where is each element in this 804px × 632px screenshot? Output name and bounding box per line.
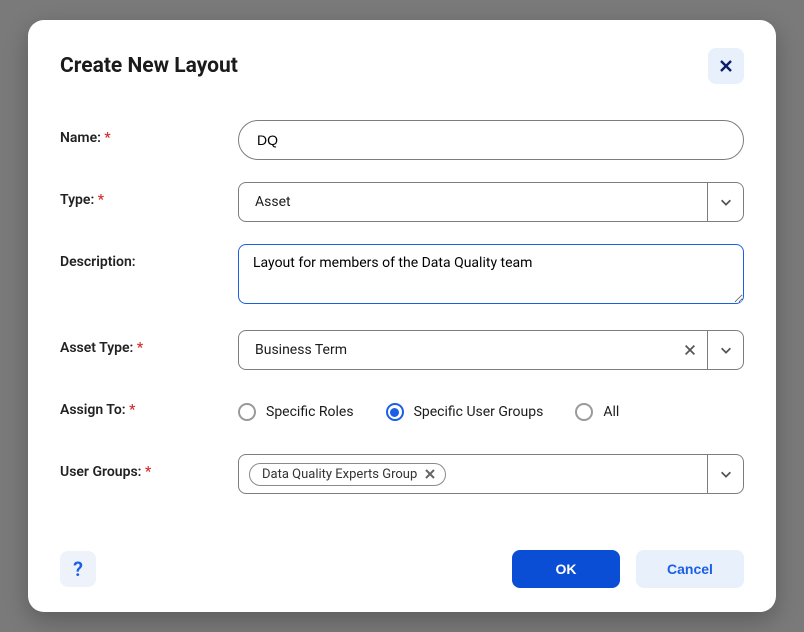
type-value: Asset: [239, 194, 707, 210]
chevron-down-icon: [719, 343, 733, 357]
asset-type-dropdown-toggle[interactable]: [707, 331, 743, 369]
x-icon: [683, 343, 697, 357]
user-group-tag: Data Quality Experts Group: [249, 463, 446, 486]
asset-type-clear-button[interactable]: [673, 343, 707, 357]
radio-specific-user-groups[interactable]: Specific User Groups: [386, 403, 544, 421]
radio-label: Specific Roles: [266, 404, 354, 420]
description-label: Description:: [60, 244, 238, 270]
type-select[interactable]: Asset: [238, 182, 744, 222]
user-groups-label: User Groups: *: [60, 454, 238, 480]
name-label: Name: *: [60, 120, 238, 146]
description-textarea[interactable]: [238, 244, 744, 304]
asset-type-value: Business Term: [239, 342, 673, 358]
help-icon: ?: [73, 557, 83, 581]
radio-icon: [238, 403, 256, 421]
x-icon: [425, 469, 435, 479]
help-button[interactable]: ?: [60, 551, 96, 587]
close-button[interactable]: [708, 48, 744, 84]
type-label: Type: *: [60, 182, 238, 208]
type-dropdown-toggle[interactable]: [707, 183, 743, 221]
assign-to-label: Assign To: *: [60, 392, 238, 418]
user-groups-dropdown-toggle[interactable]: [707, 455, 743, 493]
user-group-tag-remove[interactable]: [423, 467, 437, 481]
radio-specific-roles[interactable]: Specific Roles: [238, 403, 354, 421]
dialog: Create New Layout Name: * Type: * Asset: [28, 20, 776, 612]
user-group-tag-label: Data Quality Experts Group: [262, 467, 417, 482]
assign-to-radio-group: Specific Roles Specific User Groups All: [238, 392, 744, 432]
asset-type-label: Asset Type: *: [60, 330, 238, 356]
radio-label: All: [603, 404, 619, 420]
ok-button[interactable]: OK: [512, 550, 620, 588]
cancel-button[interactable]: Cancel: [636, 550, 744, 588]
user-groups-select[interactable]: Data Quality Experts Group: [238, 454, 744, 494]
radio-icon: [386, 403, 404, 421]
chevron-down-icon: [719, 467, 733, 481]
radio-all[interactable]: All: [575, 403, 619, 421]
radio-icon: [575, 403, 593, 421]
dialog-title: Create New Layout: [60, 54, 238, 78]
chevron-down-icon: [719, 195, 733, 209]
radio-label: Specific User Groups: [414, 404, 544, 420]
user-groups-tags: Data Quality Experts Group: [239, 463, 707, 486]
asset-type-select[interactable]: Business Term: [238, 330, 744, 370]
name-input[interactable]: [238, 120, 744, 160]
close-icon: [718, 58, 734, 74]
